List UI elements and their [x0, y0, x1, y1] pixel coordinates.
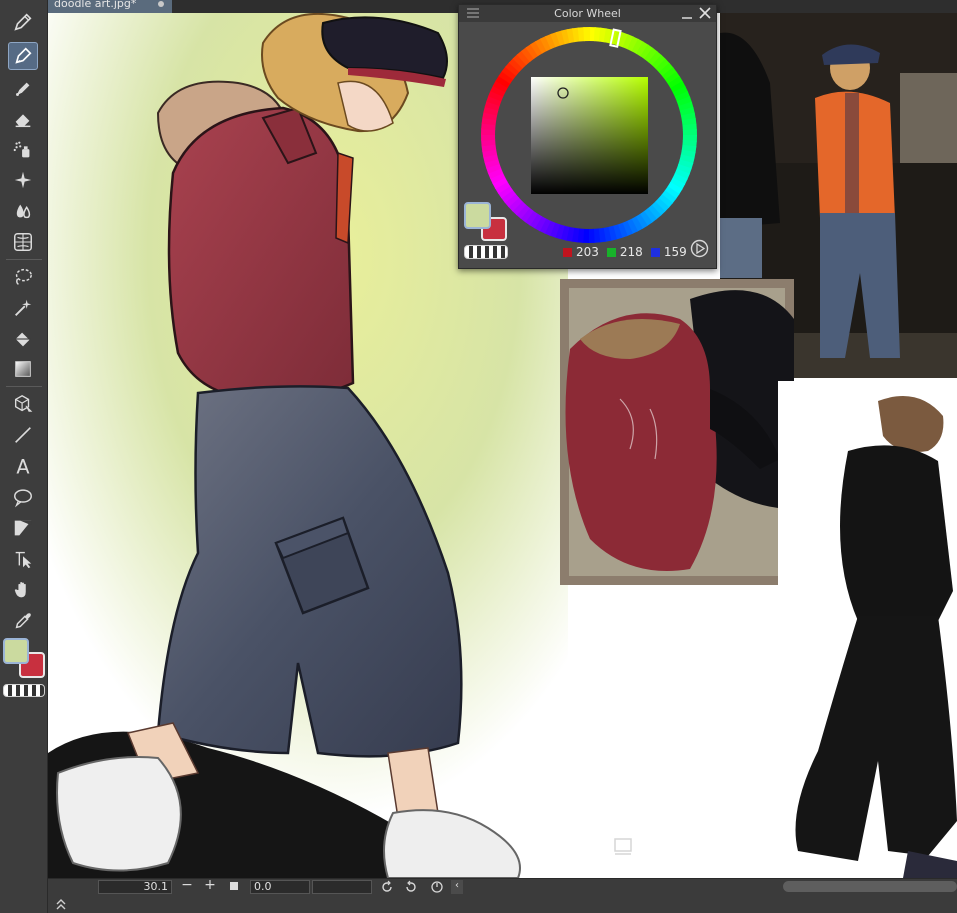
horizontal-scrollbar[interactable] — [783, 881, 957, 892]
airbrush-icon[interactable] — [8, 136, 38, 164]
red-channel-icon — [563, 247, 572, 257]
panel-header[interactable]: Color Wheel — [459, 5, 716, 22]
transparent-color-swatch[interactable] — [3, 684, 45, 697]
reference-photo-figure[interactable] — [778, 381, 957, 878]
document-tab[interactable]: doodle art.jpg* — [48, 0, 172, 13]
close-dot-icon[interactable] — [158, 1, 164, 7]
rotation-angle-input[interactable]: 0.0 — [250, 880, 310, 894]
rgb-readout: 203 218 159 — [563, 244, 687, 260]
green-channel-icon — [606, 247, 616, 257]
reference-photo-jackets[interactable] — [560, 279, 794, 585]
green-value[interactable]: 218 — [620, 245, 643, 259]
zoom-out-button[interactable]: − — [180, 878, 194, 893]
fill-bucket-icon[interactable] — [8, 325, 38, 353]
frame-icon[interactable] — [8, 514, 38, 542]
blue-channel-icon — [650, 247, 660, 257]
panel-main-color-swatch[interactable] — [464, 202, 491, 229]
flip-horizontal-button[interactable]: ‹ — [451, 880, 463, 894]
fit-to-window-button[interactable] — [230, 882, 238, 890]
zoom-in-button[interactable]: + — [203, 878, 217, 893]
rotate-right-icon[interactable] — [404, 880, 418, 894]
main-color-swatch[interactable] — [3, 638, 29, 664]
clip-studio-window: doodle art.jpg* A Color Wheel 203 218 15… — [0, 0, 957, 913]
red-value[interactable]: 203 — [576, 245, 599, 259]
sparkle-icon[interactable] — [8, 166, 38, 194]
pen-nib-icon[interactable] — [8, 8, 38, 36]
grid-icon[interactable] — [8, 228, 38, 256]
toolbar-divider — [6, 386, 42, 387]
eyedropper-icon[interactable] — [8, 607, 38, 635]
toolbar-divider — [6, 259, 42, 260]
marker-icon[interactable] — [8, 75, 38, 103]
speech-balloon-icon[interactable] — [8, 483, 38, 511]
minimize-icon[interactable] — [681, 8, 693, 20]
zoom-input[interactable]: 30.1 — [98, 880, 172, 894]
gradient-icon[interactable] — [8, 355, 38, 383]
magic-wand-icon[interactable] — [8, 294, 38, 322]
rotate-left-icon[interactable] — [380, 880, 394, 894]
watermark-logo-icon — [614, 838, 632, 855]
blue-value[interactable]: 159 — [664, 245, 687, 259]
pen-icon[interactable] — [8, 42, 38, 70]
text-icon[interactable]: A — [8, 452, 38, 480]
panel-transparent-swatch[interactable] — [464, 245, 508, 259]
reset-rotation-icon[interactable] — [430, 880, 444, 894]
operation-icon[interactable] — [8, 545, 38, 573]
color-wheel-panel: Color Wheel 203 218 159 — [458, 4, 717, 269]
document-tab-title: doodle art.jpg* — [54, 0, 137, 10]
expand-up-icon[interactable] — [54, 897, 68, 911]
blend-icon[interactable] — [8, 197, 38, 225]
rotation-slider[interactable] — [312, 880, 372, 894]
eraser-icon[interactable] — [8, 105, 38, 133]
hue-ring-and-saturation-square[interactable] — [479, 25, 699, 245]
color-mode-play-icon[interactable] — [690, 239, 709, 258]
close-icon[interactable] — [699, 7, 711, 19]
status-bar — [48, 895, 957, 913]
navigator-bar: 30.1 − + 0.0 ‹ — [48, 878, 957, 894]
lasso-icon[interactable] — [8, 263, 38, 291]
panel-title: Color Wheel — [554, 7, 621, 20]
svg-text:A: A — [16, 455, 30, 477]
line-icon[interactable] — [8, 421, 38, 449]
hand-icon[interactable] — [8, 576, 38, 604]
3d-object-icon[interactable] — [8, 390, 38, 418]
tool-palette: A — [0, 0, 48, 913]
